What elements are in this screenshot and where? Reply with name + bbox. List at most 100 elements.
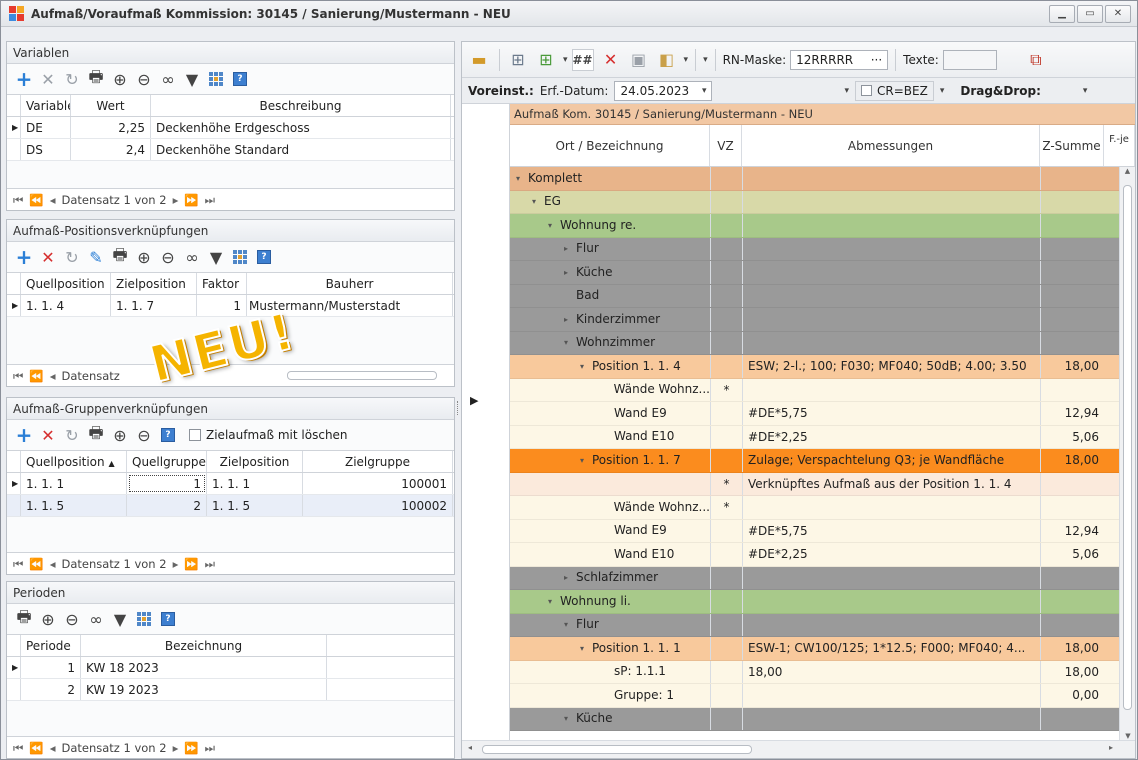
nav-prev-icon[interactable]: ◂ [50,189,56,211]
cell-vz[interactable] [710,684,742,707]
cell-abm[interactable]: 18,00 [742,660,1040,683]
cell-abm[interactable] [742,308,1040,331]
cell-sum[interactable] [1040,308,1104,331]
print-icon[interactable]: 🖶 [85,67,107,90]
cell[interactable]: 100001 [303,473,453,494]
cell-vz[interactable] [710,707,742,730]
maximize-button[interactable]: ▭ [1077,5,1103,23]
cell-abm[interactable]: #DE*2,25 [742,425,1040,448]
cell-abm[interactable]: #DE*5,75 [742,519,1040,542]
cell-sum[interactable] [1040,496,1104,519]
col-header[interactable]: Zielgruppe [303,451,453,472]
binoculars-icon[interactable]: ∞ [85,608,107,630]
col-header[interactable]: Quellposition ▲ [21,451,127,472]
texte-field[interactable] [942,49,997,70]
scroll-up-icon[interactable]: ▲ [1120,167,1135,175]
col-header-zsumme[interactable]: Z-Summe [1040,125,1104,166]
filter-icon[interactable]: ▼ [181,68,203,90]
collapse-icon[interactable]: ▾ [576,637,588,660]
cell-abm[interactable] [742,261,1040,284]
nav-next-icon[interactable]: ▸ [173,189,179,211]
zoom-out-icon[interactable]: ⊖ [133,424,155,446]
cell-abm[interactable]: Verknüpftes Aufmaß aus der Position 1. 1… [742,472,1040,495]
cell-abm[interactable] [742,237,1040,260]
collapse-icon[interactable]: ▾ [560,708,572,731]
nav-first-icon[interactable]: ⏮ [13,189,23,211]
tree-row[interactable]: ▾ Position 1. 1. 7 Zulage; Verspachtelung … [510,449,1120,473]
cell-sum[interactable] [1040,590,1104,613]
expand-icon[interactable]: ▸ [560,567,572,590]
erf-date-picker[interactable]: 24.05.2023 ▾ [614,80,713,101]
zoom-in-icon[interactable]: ⊕ [109,424,131,446]
nav-last-icon[interactable]: ⏭ [205,189,215,211]
cell-vz[interactable] [710,214,742,237]
tree-row[interactable]: Wände Wohnz... * [510,378,1120,402]
cell-abm[interactable]: #DE*5,75 [742,402,1040,425]
cell[interactable]: DS [21,139,71,160]
delete-icon[interactable]: ✕ [37,424,59,446]
external-link-icon[interactable]: ⧉ [1025,49,1047,71]
help-icon[interactable]: ? [229,68,251,90]
nav-prev-page-icon[interactable]: ⏪ [29,737,43,759]
cell-sum[interactable]: 18,00 [1040,637,1104,660]
print-icon[interactable]: 🖶 [109,245,131,268]
cell-vz[interactable] [710,355,742,378]
cell[interactable]: KW 19 2023 [81,679,327,700]
print-icon[interactable]: 🖶 [13,607,35,630]
nav-next-page-icon[interactable]: ⏩ [184,553,198,575]
nav-next-page-icon[interactable]: ⏩ [184,737,198,759]
cell-vz[interactable] [710,449,742,472]
cell[interactable]: 1. 1. 4 [21,295,111,316]
binoculars-icon[interactable]: ∞ [181,246,203,268]
nav-prev-icon[interactable]: ◂ [50,737,56,759]
table-row[interactable]: ▶ 1. 1. 4 1. 1. 7 1 Mustermann/Mustersta… [7,295,454,317]
tree-row[interactable]: ▸ Küche [510,261,1120,285]
scroll-thumb[interactable] [1123,185,1132,710]
col-header[interactable]: Bauherr [247,273,453,294]
cell-vz[interactable] [710,543,742,566]
close-button[interactable]: ✕ [1105,5,1131,23]
tree-row[interactable]: ▾ Küche [510,707,1120,731]
grid-settings-icon[interactable] [133,608,155,630]
tree-row[interactable]: Wand E9 #DE*5,75 12,94 [510,519,1120,543]
zoom-in-icon[interactable]: ⊕ [133,246,155,268]
horizontal-scrollbar[interactable]: ◂ ▸ [462,740,1135,758]
cell-abm[interactable] [742,190,1040,213]
collapse-icon[interactable]: ▾ [576,355,588,378]
hash-toggle-button[interactable]: ## [571,48,594,71]
dropdown-arrow-icon[interactable]: ▾ [1083,86,1088,96]
zoom-in-icon[interactable]: ⊕ [109,68,131,90]
cell-abm[interactable] [742,707,1040,730]
nav-prev-icon[interactable]: ◂ [50,553,56,575]
save-icon[interactable]: ▣ [628,49,650,71]
tree-row[interactable]: ▸ Flur [510,237,1120,261]
col-header[interactable]: Faktor [197,273,247,294]
col-header[interactable]: Zielposition [207,451,303,472]
cell-sum[interactable] [1040,214,1104,237]
cell-sum[interactable]: 5,06 [1040,543,1104,566]
cell-vz[interactable] [710,402,742,425]
dropdown-arrow-icon[interactable]: ▾ [684,55,689,65]
col-header[interactable]: Zielposition [111,273,197,294]
cell-abm[interactable] [742,613,1040,636]
cell[interactable]: 1 [21,657,81,678]
nav-prev-page-icon[interactable]: ⏪ [29,553,43,575]
collapse-icon[interactable]: ▾ [528,191,540,214]
filter-icon[interactable]: ▼ [205,246,227,268]
cell-vz[interactable] [710,167,742,190]
cell-abm[interactable] [742,590,1040,613]
cell[interactable]: 2,25 [71,117,151,138]
nav-next-icon[interactable]: ▸ [173,737,179,759]
vertical-scrollbar[interactable]: ▲ ▼ [1119,167,1135,740]
col-header[interactable]: Variable [21,95,71,116]
scroll-thumb[interactable] [482,745,752,754]
cell-vz[interactable] [710,660,742,683]
cell-sum[interactable]: 12,94 [1040,519,1104,542]
cell-abm[interactable] [742,284,1040,307]
tree-row[interactable]: Gruppe: 1 0,00 [510,684,1120,708]
edit-pencil-icon[interactable]: ✎ [85,246,107,268]
add-icon[interactable]: + [13,245,35,269]
dropdown-arrow-icon[interactable]: ▾ [940,86,945,96]
tree-row[interactable]: ▾ Wohnung li. [510,590,1120,614]
cell[interactable]: 100002 [303,495,453,516]
